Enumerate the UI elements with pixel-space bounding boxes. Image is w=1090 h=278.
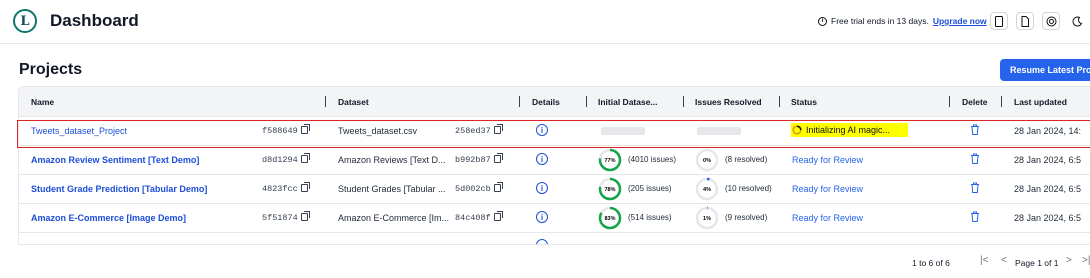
status-ready-link[interactable]: Ready for Review	[792, 155, 863, 165]
dataset-id: 84c408f	[455, 213, 491, 223]
column-separator[interactable]	[325, 96, 326, 107]
project-name-link[interactable]: Amazon Review Sentiment [Text Demo]	[31, 155, 199, 165]
last-updated: 28 Jan 2024, 6:5	[1014, 213, 1082, 223]
top-bar: L Dashboard i Free trial ends in 13 days…	[0, 0, 1090, 44]
initial-dataset-percent: 83%	[604, 216, 615, 222]
project-name-link[interactable]: Amazon E-Commerce [Image Demo]	[31, 213, 186, 223]
info-details-icon[interactable]: i	[536, 211, 548, 223]
issues-resolved-progress-ring: 0%	[695, 148, 719, 172]
column-header-delete[interactable]: Delete	[962, 97, 988, 107]
info-icon: i	[818, 16, 827, 26]
app-title: Dashboard	[50, 11, 139, 30]
resolved-count: (9 resolved)	[725, 213, 768, 222]
status-ready-link[interactable]: Ready for Review	[792, 184, 863, 194]
resolved-count: (10 resolved)	[725, 184, 772, 193]
column-header-dataset[interactable]: Dataset	[338, 97, 369, 107]
status-ready-link[interactable]: Ready for Review	[792, 213, 863, 223]
trial-text: Free trial ends in 13 days.	[831, 16, 929, 26]
table-row[interactable]: Amazon E-Commerce [Image Demo] 5f51874 A…	[19, 204, 1090, 233]
initial-dataset-progress-ring: 78%	[598, 177, 622, 201]
initial-dataset-progress-ring: 77%	[598, 148, 622, 172]
copy-icon[interactable]	[301, 153, 310, 163]
dataset-name: Amazon Reviews [Text D...	[338, 155, 446, 165]
trial-banner: i Free trial ends in 13 days. Upgrade no…	[818, 16, 987, 26]
file-icon[interactable]	[1016, 12, 1034, 30]
pagination-bar: 1 to 6 of 6 |< < Page 1 of 1 > >|	[18, 244, 1090, 278]
issues-resolved-percent: 0%	[703, 158, 711, 164]
copy-icon[interactable]	[494, 211, 503, 221]
info-details-icon[interactable]: i	[536, 182, 548, 194]
initial-dataset-percent: 78%	[604, 187, 615, 193]
column-header-details[interactable]: Details	[532, 97, 560, 107]
project-name-link[interactable]: Student Grade Prediction [Tabular Demo]	[31, 184, 207, 194]
support-icon[interactable]	[1042, 12, 1060, 30]
copy-icon[interactable]	[494, 182, 503, 192]
initial-dataset-progress-ring: 83%	[598, 206, 622, 230]
project-id: 5f51874	[262, 213, 298, 223]
column-header-initial-dataset[interactable]: Initial Datase...	[598, 97, 658, 107]
upgrade-link[interactable]: Upgrade now	[933, 16, 987, 26]
issues-resolved-progress-ring: 1%	[695, 206, 719, 230]
copy-icon[interactable]	[301, 182, 310, 192]
dataset-id: b992b87	[455, 155, 491, 165]
dark-mode-icon[interactable]	[1068, 12, 1086, 30]
trash-icon[interactable]	[970, 182, 980, 193]
table-row[interactable]: Student Grade Prediction [Tabular Demo] …	[19, 175, 1090, 204]
pagination-range: 1 to 6 of 6	[912, 258, 950, 268]
initial-dataset-percent: 77%	[604, 158, 615, 164]
info-details-icon[interactable]: i	[536, 153, 548, 165]
last-updated: 28 Jan 2024, 6:5	[1014, 155, 1082, 165]
logo-letter: L	[20, 13, 30, 29]
prev-page-button[interactable]: <	[1001, 255, 1007, 266]
column-separator[interactable]	[949, 96, 950, 107]
issues-resolved-progress-ring: 4%	[695, 177, 719, 201]
selected-row-outline	[17, 120, 1090, 148]
dataset-id: 5d002cb	[455, 184, 491, 194]
initial-issues-count: (514 issues)	[628, 213, 672, 222]
column-separator[interactable]	[779, 96, 780, 107]
copy-icon[interactable]	[494, 153, 503, 163]
dataset-name: Student Grades [Tabular ...	[338, 184, 446, 194]
last-updated: 28 Jan 2024, 6:5	[1014, 184, 1082, 194]
trash-icon[interactable]	[970, 153, 980, 164]
resume-latest-project-button[interactable]: Resume Latest Proj	[1000, 59, 1090, 81]
trash-icon[interactable]	[970, 211, 980, 222]
resolved-count: (8 resolved)	[725, 155, 768, 164]
dataset-name: Amazon E-Commerce [Im...	[338, 213, 450, 223]
issues-resolved-percent: 4%	[703, 187, 711, 193]
column-header-issues-resolved[interactable]: Issues Resolved	[695, 97, 762, 107]
column-separator[interactable]	[683, 96, 684, 107]
app-logo[interactable]: L	[13, 9, 37, 33]
column-separator[interactable]	[1001, 96, 1002, 107]
last-page-button[interactable]: >|	[1082, 255, 1090, 266]
copy-icon[interactable]	[301, 211, 310, 221]
column-separator[interactable]	[519, 96, 520, 107]
project-id: d8d1294	[262, 155, 298, 165]
table-row[interactable]: Amazon Review Sentiment [Text Demo] d8d1…	[19, 146, 1090, 175]
next-page-button[interactable]: >	[1066, 255, 1072, 266]
table-header: Name Dataset Details Initial Datase... I…	[19, 87, 1090, 117]
initial-issues-count: (4010 issues)	[628, 155, 677, 164]
project-id: 4823fcc	[262, 184, 298, 194]
initial-issues-count: (205 issues)	[628, 184, 672, 193]
issues-resolved-percent: 1%	[703, 216, 711, 222]
first-page-button[interactable]: |<	[980, 255, 988, 266]
column-separator[interactable]	[586, 96, 587, 107]
column-header-last-updated[interactable]: Last updated	[1014, 97, 1067, 107]
column-header-status[interactable]: Status	[791, 97, 817, 107]
document-icon[interactable]	[990, 12, 1008, 30]
page-title: Projects	[19, 61, 83, 78]
column-header-name[interactable]: Name	[31, 97, 54, 107]
page-label: Page 1 of 1	[1015, 258, 1059, 268]
